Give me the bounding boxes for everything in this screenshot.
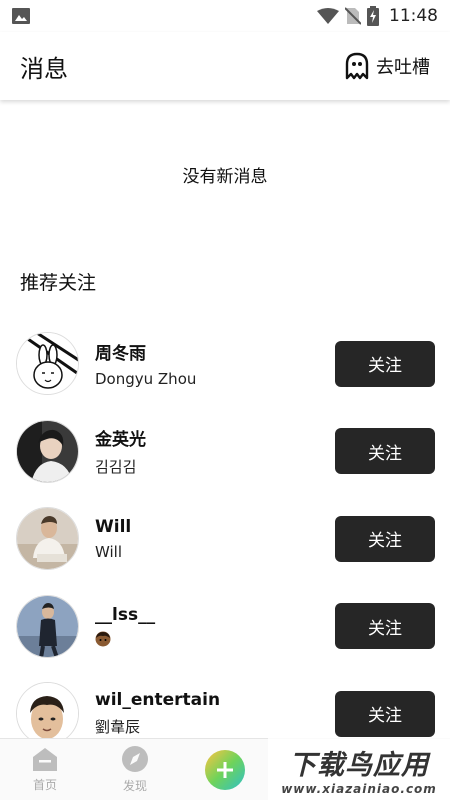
recommend-user-list: 周冬雨 Dongyu Zhou 关注 金英光 김김김 关注 Will Will …	[0, 320, 450, 758]
status-time: 11:48	[389, 6, 438, 26]
follow-button[interactable]: 关注	[335, 340, 435, 387]
nav-label: 发现	[122, 779, 147, 793]
user-subtitle	[95, 631, 155, 647]
watermark-title: 下载鸟应用	[289, 749, 429, 781]
avatar[interactable]	[16, 507, 79, 571]
avatar[interactable]	[16, 682, 79, 746]
follow-button[interactable]: 关注	[335, 603, 435, 650]
complain-button[interactable]: 去吐槽	[344, 52, 430, 80]
no-sim-icon	[345, 7, 361, 25]
user-subtitle: Dongyu Zhou	[95, 370, 197, 389]
watermark: 下载鸟应用 www.xiazainiao.com	[268, 738, 450, 800]
plus-icon	[217, 761, 233, 778]
status-bar: 11:48	[0, 0, 450, 32]
follow-button[interactable]: 关注	[335, 690, 435, 737]
nav-item-add[interactable]	[180, 739, 270, 800]
user-subtitle: 劉韋辰	[95, 718, 141, 737]
wifi-icon	[317, 8, 339, 24]
user-subtitle: Will	[95, 542, 123, 561]
page-title: 消息	[20, 54, 68, 83]
user-row[interactable]: Will Will 关注	[0, 495, 450, 583]
user-row[interactable]: 周冬雨 Dongyu Zhou 关注	[0, 320, 450, 408]
user-name[interactable]: Will	[95, 517, 131, 537]
user-name[interactable]: wil_entertain	[95, 690, 220, 710]
user-name[interactable]: __lss__	[95, 605, 155, 625]
follow-button[interactable]: 关注	[335, 515, 435, 562]
ghost-icon	[345, 52, 369, 80]
user-row[interactable]: __lss__ 关注	[0, 583, 450, 671]
app-header: 消息 去吐槽	[0, 32, 450, 100]
empty-state-message: 没有新消息	[182, 167, 268, 187]
nav-item-discover[interactable]: 发现	[90, 739, 180, 800]
nav-label: 首页	[32, 778, 57, 792]
user-name[interactable]: 周冬雨	[95, 339, 196, 364]
user-name[interactable]: 金英光	[95, 425, 146, 450]
watermark-url: www.xiazainiao.com	[281, 781, 437, 796]
face-emoji-icon	[95, 631, 111, 647]
avatar[interactable]	[16, 332, 79, 396]
nav-item-home[interactable]: 首页	[0, 739, 90, 800]
compass-icon	[122, 746, 148, 772]
home-icon	[33, 748, 57, 771]
add-button[interactable]	[205, 749, 245, 790]
battery-charging-icon	[367, 6, 379, 26]
user-subtitle: 김김김	[95, 458, 137, 477]
gallery-icon	[12, 8, 30, 24]
user-row[interactable]: 金英光 김김김 关注	[0, 408, 450, 496]
avatar[interactable]	[16, 594, 79, 658]
avatar[interactable]	[16, 419, 79, 483]
follow-button[interactable]: 关注	[335, 428, 435, 475]
complain-label: 去吐槽	[376, 57, 430, 78]
recommend-section-title: 推荐关注	[20, 272, 97, 294]
